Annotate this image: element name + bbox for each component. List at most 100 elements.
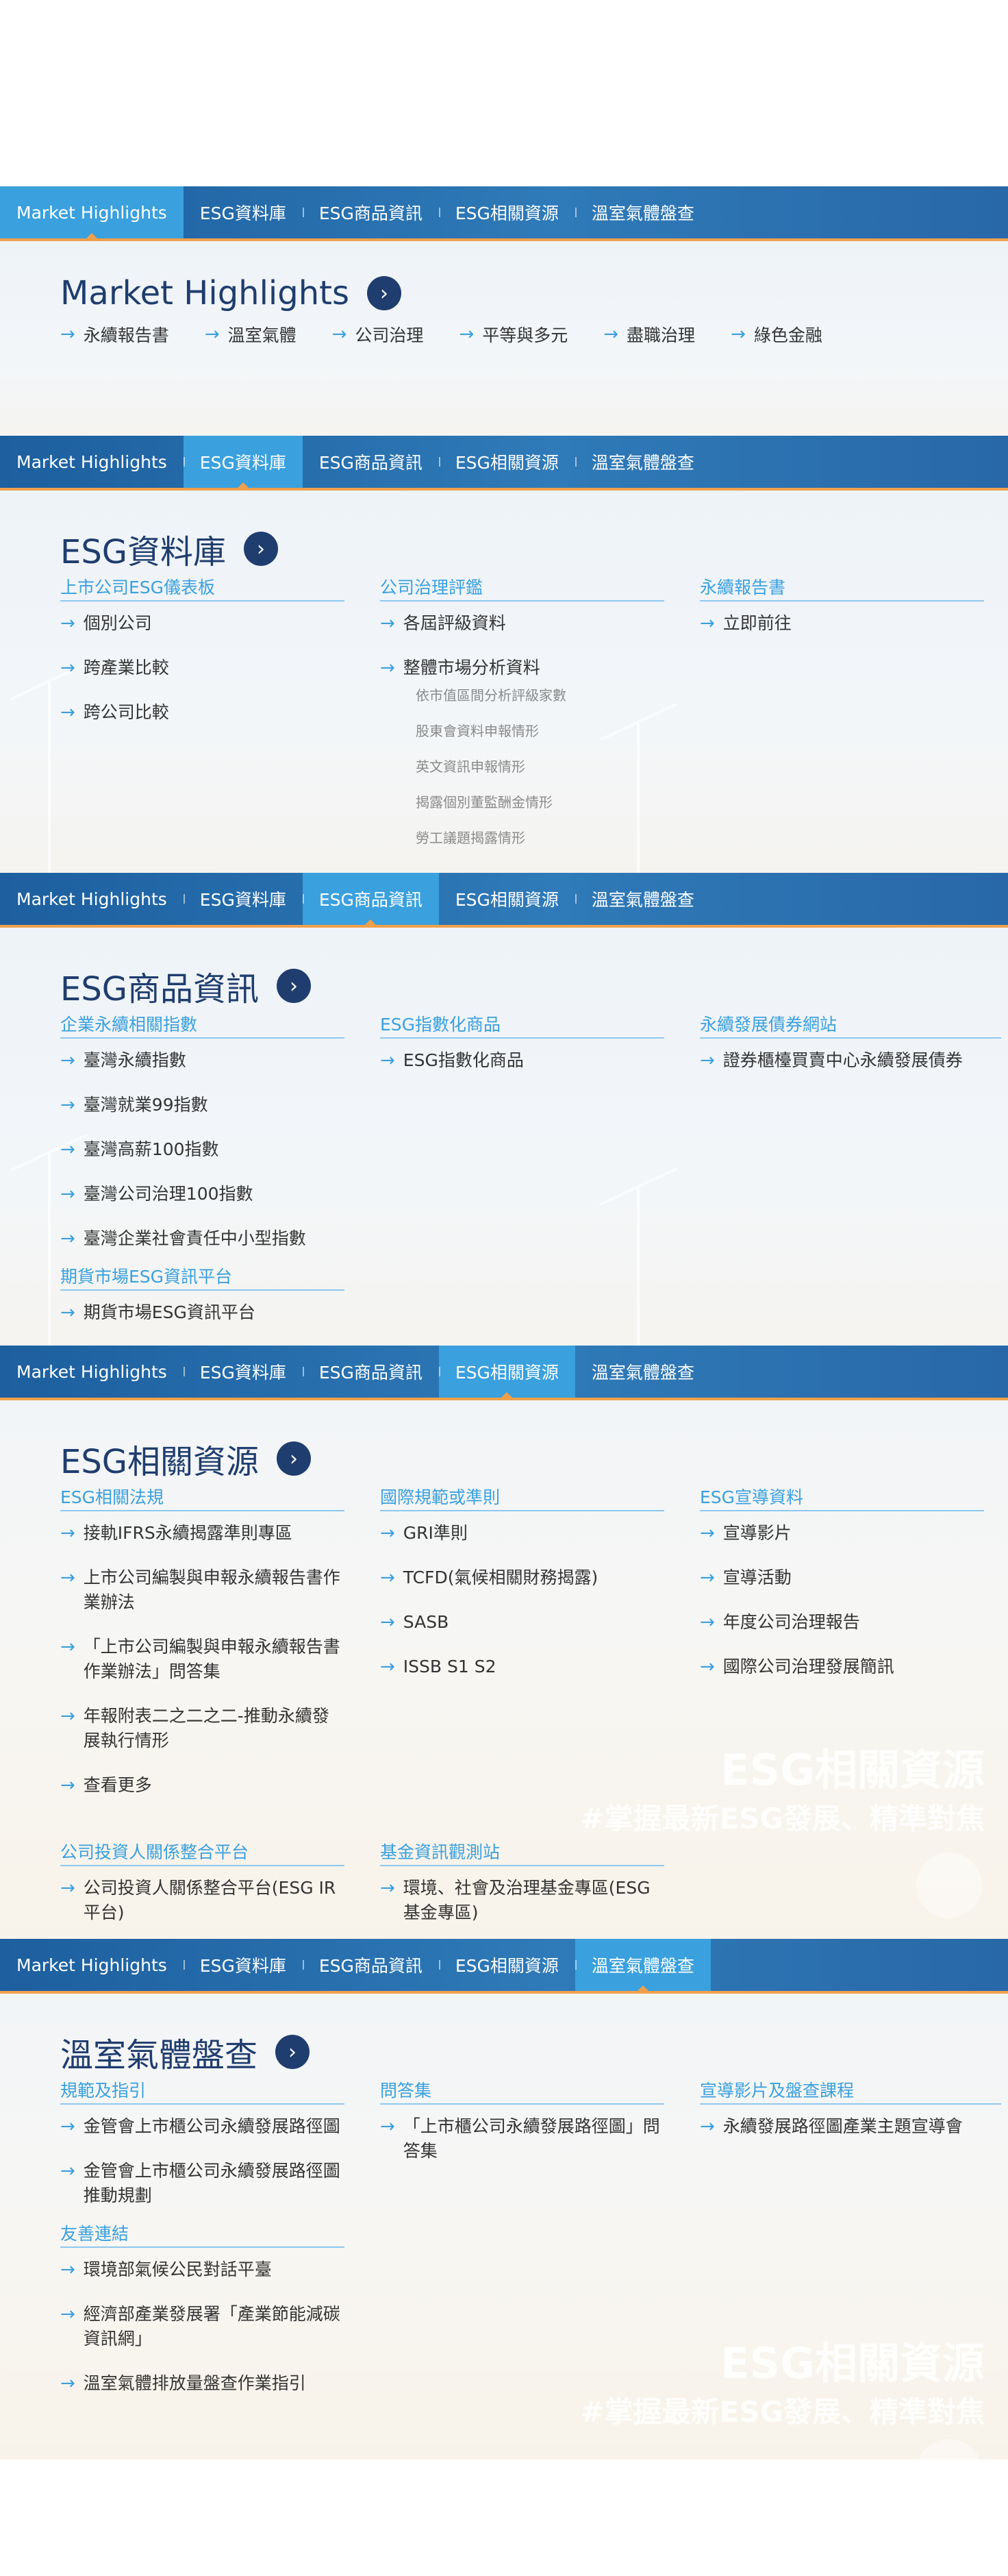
tab-esg-products[interactable]: ESG商品資訊 [303,436,439,488]
list-item[interactable]: → 公司投資人關係整合平台(ESG IR平台) [60,1876,344,1925]
esg-products-section: Market Highlights ESG資料庫 ESG商品資訊 ESG相關資源… [0,873,1008,1346]
list-item[interactable]: → 宣導活動 [700,1565,984,1590]
market-highlights-panel: Market Highlights › → 永續報告書 → 溫室氣體 → 公司治理 →… [0,241,1008,436]
tab-ghg-inventory[interactable]: 溫室氣體盤查 [575,1939,711,1994]
link-corporate-governance[interactable]: → 公司治理 [332,322,424,347]
tab-esg-resources[interactable]: ESG相關資源 [438,1346,575,1400]
link-ghg[interactable]: → 溫室氣體 [205,322,297,347]
tab-esg-database[interactable]: ESG資料庫 [183,1346,303,1398]
arrow-right-icon: → [380,1568,395,1588]
list-item[interactable]: → TCFD(氣候相關財務揭露) [380,1565,664,1590]
tab-esg-resources[interactable]: ESG相關資源 [439,873,575,925]
list-item[interactable]: → 臺灣高薪100指數 [60,1137,344,1162]
chevron-right-icon[interactable]: › [275,2035,310,2069]
sub-list-item[interactable]: 勞工議題揭露情形 [380,824,664,860]
list-item[interactable]: → 金管會上市櫃公司永續發展路徑圖推動規劃 [60,2159,344,2208]
list-item[interactable]: → 經濟部產業發展署「產業節能減碳資訊網」 [60,2302,344,2351]
section-title: 溫室氣體盤查 [60,2036,258,2075]
list-item[interactable]: → 跨產業比較 [60,656,344,680]
list-item[interactable]: → 立即前往 [700,611,984,636]
list-item[interactable]: → 環境、社會及治理基金專區(ESG基金專區) [380,1876,664,1925]
link-green-finance[interactable]: → 綠色金融 [731,322,822,347]
chevron-right-icon[interactable]: › [244,532,278,566]
list-item[interactable]: → 宣導影片 [700,1521,984,1546]
tab-market-highlights[interactable]: Market Highlights [0,1939,184,1991]
tab-market-highlights[interactable]: Market Highlights [0,1346,184,1398]
list-item[interactable]: → GRI準則 [380,1521,664,1546]
list-item[interactable]: → 年報附表二之二之二-推動永續發展執行情形 [60,1704,344,1753]
tab-ghg-inventory[interactable]: 溫室氣體盤查 [575,186,711,238]
arrow-right-icon: → [331,324,347,345]
sub-list-item[interactable]: 英文資訊申報情形 [380,753,664,789]
list-item[interactable]: → 上市公司編製與申報永續報告書作業辦法 [60,1565,344,1615]
tab-esg-resources[interactable]: ESG相關資源 [438,1939,575,1991]
see-more-link[interactable]: → 查看更多 [60,1773,344,1798]
link-sustainability-report[interactable]: → 永續報告書 [60,322,169,347]
tab-esg-database[interactable]: ESG資料庫 [183,436,303,491]
list-item[interactable]: → 各屆評級資料 [380,611,664,636]
tab-esg-resources[interactable]: ESG相關資源 [438,186,575,238]
sub-list-item[interactable]: 股東會資料申報情形 [380,717,664,753]
tab-esg-database[interactable]: ESG資料庫 [183,1939,303,1991]
column-title: 期貨市場ESG資訊平台 [60,1263,344,1291]
list-item[interactable]: → 跨公司比較 [60,700,344,725]
link-diversity[interactable]: → 平等與多元 [459,322,568,347]
section-heading: ESG資料庫 › [60,525,278,573]
column-title: 國際規範或準則 [380,1484,664,1511]
list-item[interactable]: → 金管會上市櫃公司永續發展路徑圖 [60,2114,344,2139]
tab-esg-database[interactable]: ESG資料庫 [184,186,303,238]
column-sustainability-indices: 企業永續相關指數 → 臺灣永續指數 → 臺灣就業99指數 → 臺灣高薪100指數 → 臺… [60,1011,344,1345]
list-item[interactable]: → 國際公司治理發展簡訊 [700,1655,984,1679]
tab-market-highlights[interactable]: Market Highlights [0,436,184,488]
list-item[interactable]: → 永續發展路徑圖產業主題宣導會 [700,2114,1001,2139]
list-item[interactable]: → 期貨市場ESG資訊平台 [60,1300,344,1325]
tab-esg-database[interactable]: ESG資料庫 [183,873,303,925]
list-item[interactable]: → 「上市公司編製與申報永續報告書作業辦法」問答集 [60,1635,344,1684]
list-item[interactable]: → ESG指數化商品 [380,1048,664,1073]
list-item[interactable]: → SASB [380,1610,664,1635]
column-international-standards: 國際規範或準則 → GRI準則 → TCFD(氣候相關財務揭露) → SASB → IS… [380,1484,664,1699]
tab-ghg-inventory[interactable]: 溫室氣體盤查 [575,1346,711,1398]
arrow-right-icon: → [700,2116,715,2137]
column-title: 上市公司ESG儀表板 [60,574,344,602]
list-item[interactable]: → 年度公司治理報告 [700,1610,984,1635]
arrow-right-icon: → [60,1095,75,1115]
list-item[interactable]: → 整體市場分析資料 [380,656,664,680]
sub-list-item[interactable]: 依市值區間分析評級家數 [380,682,664,717]
list-item[interactable]: → 臺灣企業社會責任中小型指數 [60,1226,344,1251]
section-title: ESG商品資訊 [60,970,259,1008]
list-item[interactable]: → ISSB S1 S2 [380,1655,664,1679]
sub-list-item[interactable]: 揭露個別董監酬金情形 [380,789,664,824]
arrow-right-icon: → [700,1523,715,1544]
list-item[interactable]: → 環境部氣候公民對話平臺 [60,2257,344,2282]
list-item[interactable]: → 證券櫃檯買賣中心永續發展債券 [700,1048,1001,1073]
list-item[interactable]: → 接軌IFRS永續揭露準則專區 [60,1521,344,1546]
chevron-right-icon[interactable]: › [366,276,401,310]
column-esg-index-products: ESG指數化商品 → ESG指數化商品 [380,1011,664,1093]
link-stewardship[interactable]: → 盡職治理 [603,322,695,347]
chevron-right-icon[interactable]: › [277,969,311,1003]
chevron-right-icon[interactable]: › [277,1441,311,1476]
list-item[interactable]: → 臺灣公司治理100指數 [60,1182,344,1206]
tab-esg-products[interactable]: ESG商品資訊 [302,1939,439,1991]
arrow-right-icon: → [700,1050,715,1071]
nav-bar: Market Highlights ESG資料庫 ESG商品資訊 ESG相關資源… [0,1939,1008,1994]
list-item[interactable]: → 個別公司 [60,611,344,636]
list-item[interactable]: → 臺灣就業99指數 [60,1093,344,1117]
arrow-right-icon: → [700,1568,715,1588]
list-item[interactable]: → 臺灣永續指數 [60,1048,344,1073]
tab-esg-resources[interactable]: ESG相關資源 [438,436,575,488]
tab-esg-products[interactable]: ESG商品資訊 [302,873,439,928]
tab-esg-products[interactable]: ESG商品資訊 [302,1346,439,1398]
list-item[interactable]: → 溫室氣體排放量盤查作業指引 [60,2371,344,2396]
arrow-right-icon: → [60,1050,75,1071]
arrow-right-icon: → [60,1302,75,1323]
tab-esg-products[interactable]: ESG商品資訊 [302,186,439,238]
column-title: 永續報告書 [700,574,984,602]
arrow-right-icon: → [60,702,75,723]
tab-ghg-inventory[interactable]: 溫室氣體盤查 [575,436,711,488]
tab-market-highlights[interactable]: Market Highlights [0,873,184,925]
list-item[interactable]: → 「上市櫃公司永續發展路徑圖」問答集 [380,2114,664,2164]
tab-market-highlights[interactable]: Market Highlights [0,186,184,241]
tab-ghg-inventory[interactable]: 溫室氣體盤查 [575,873,711,925]
